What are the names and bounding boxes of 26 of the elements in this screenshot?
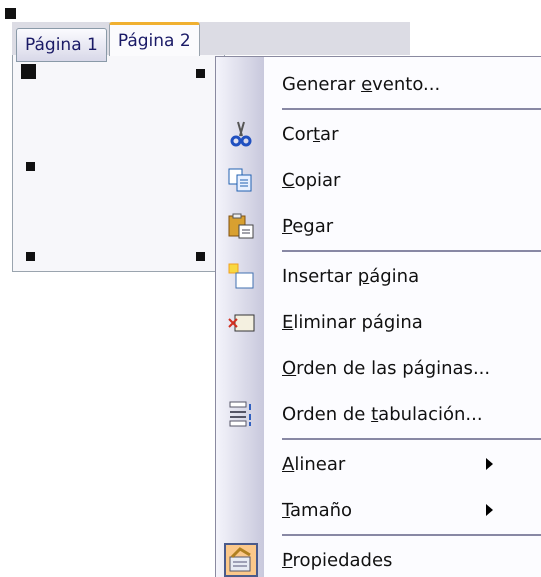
selection-handle[interactable] — [26, 252, 35, 261]
clipboard-icon — [228, 213, 254, 239]
selection-handle[interactable] — [5, 8, 16, 19]
scissors-icon — [230, 121, 252, 147]
menu-item[interactable]: Orden de tabulación... — [282, 404, 483, 424]
menu-item[interactable]: Insertar página — [282, 266, 420, 286]
page-tab[interactable]: Página 1 — [16, 28, 107, 62]
menu-item[interactable]: Orden de las páginas... — [282, 358, 490, 378]
menu-item[interactable]: Eliminar página — [282, 312, 423, 332]
menu-item[interactable]: Pegar — [282, 216, 334, 236]
menu-item[interactable]: Propiedades — [282, 550, 392, 570]
submenu-arrow-icon — [486, 504, 493, 516]
menu-item[interactable]: Cortar — [282, 124, 338, 144]
menu-item[interactable]: Tamaño — [282, 500, 352, 520]
selection-handle[interactable] — [26, 162, 35, 171]
page-tab[interactable]: Página 2 — [108, 22, 200, 56]
menu-item[interactable]: Generar evento... — [282, 74, 440, 94]
selection-handle[interactable] — [21, 64, 36, 79]
menu-item[interactable]: Copiar — [282, 170, 340, 190]
tab-order-icon — [228, 400, 254, 428]
menu-item[interactable]: Alinear — [282, 454, 346, 474]
copy-icon — [228, 168, 254, 192]
selection-handle[interactable] — [196, 252, 205, 261]
submenu-arrow-icon — [486, 458, 493, 470]
insert-page-icon — [228, 263, 254, 289]
selection-handle[interactable] — [196, 69, 205, 78]
